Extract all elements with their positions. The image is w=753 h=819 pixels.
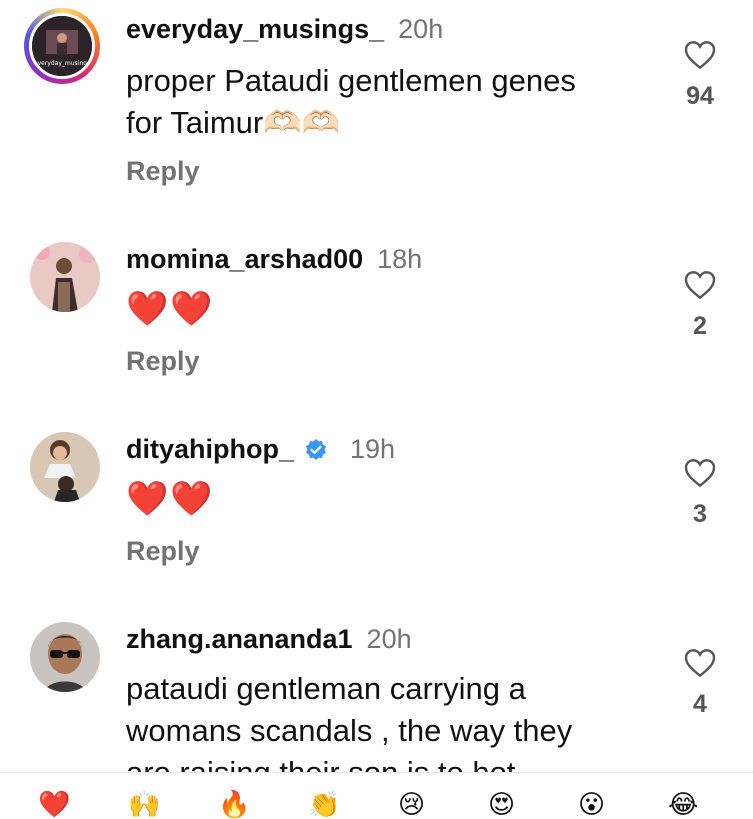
emoji-button[interactable]: ❤️: [38, 791, 70, 817]
avatar[interactable]: [30, 432, 100, 502]
avatar-photo: [30, 242, 100, 312]
comment-item: zhang.anananda1 20h pataudi gentleman ca…: [0, 610, 753, 772]
like-button[interactable]: 94: [680, 40, 720, 111]
like-count: 4: [693, 690, 707, 718]
avatar-image: [30, 622, 100, 692]
comment-header: everyday_musings_ 20h: [126, 14, 443, 45]
avatar-story-ring[interactable]: everyday_musings: [24, 8, 100, 84]
comment-text: proper Pataudi gentlemen genes for Taimu…: [126, 60, 576, 144]
comment-text-line: are raising their son is to hot: [126, 752, 572, 772]
avatar-image: [32, 16, 92, 76]
comment-header: zhang.anananda1 20h: [126, 624, 412, 655]
comment-item: momina_arshad00 18h ❤️❤️ Reply 2: [0, 230, 753, 410]
timestamp: 20h: [366, 624, 412, 654]
username[interactable]: zhang.anananda1: [126, 624, 353, 655]
timestamp: 20h: [398, 14, 444, 44]
comment-text-line: ❤️❤️: [126, 290, 215, 328]
like-button[interactable]: 3: [680, 458, 720, 529]
comment-text: ❤️❤️: [126, 478, 215, 520]
heart-outline-icon: [684, 459, 716, 488]
heart-outline-icon: [684, 271, 716, 300]
like-count: 3: [693, 500, 707, 528]
comment-header: dityahiphop_ 19h: [126, 434, 395, 465]
username[interactable]: momina_arshad00: [126, 244, 363, 275]
emoji-button[interactable]: 😮: [578, 791, 605, 817]
comment-header: momina_arshad00 18h: [126, 244, 422, 275]
heart-outline-icon: [684, 41, 716, 70]
comment-text-line: ❤️❤️: [126, 480, 215, 518]
emoji-reaction-bar: ❤️ 🙌 🔥 👏 😢 😍 😮 😂: [0, 772, 753, 817]
username[interactable]: everyday_musings_: [126, 14, 384, 45]
comment-text: pataudi gentleman carrying a womans scan…: [126, 668, 572, 772]
avatar-image: [30, 242, 100, 312]
comment-item: dityahiphop_ 19h ❤️❤️ Reply 3: [0, 420, 753, 600]
reply-button[interactable]: Reply: [126, 156, 200, 187]
like-count: 2: [693, 312, 707, 340]
like-count: 94: [686, 82, 714, 110]
avatar-photo: [30, 622, 100, 692]
comment-text-line: proper Pataudi gentlemen genes: [126, 63, 576, 98]
emoji-button[interactable]: 🙌: [128, 791, 160, 817]
emoji-button[interactable]: 👏: [308, 791, 340, 817]
heart-outline-icon: [684, 649, 716, 678]
emoji-button[interactable]: 🔥: [218, 791, 250, 817]
avatar[interactable]: [30, 242, 100, 312]
emoji-button[interactable]: 😍: [488, 791, 515, 817]
like-button[interactable]: 4: [680, 648, 720, 719]
reply-button[interactable]: Reply: [126, 346, 200, 377]
avatar[interactable]: [30, 622, 100, 692]
username[interactable]: dityahiphop_: [126, 434, 294, 465]
avatar-image: [30, 432, 100, 502]
comment-text-line: pataudi gentleman carrying a: [126, 671, 526, 706]
emoji-button[interactable]: 😂: [668, 791, 698, 817]
timestamp: 19h: [350, 434, 396, 464]
like-button[interactable]: 2: [680, 270, 720, 341]
comment-text: ❤️❤️: [126, 288, 215, 330]
reply-button[interactable]: Reply: [126, 536, 200, 567]
comment-text-line: for Taimur🫶🏻🫶🏻: [126, 105, 341, 140]
avatar: everyday_musings: [29, 13, 95, 79]
comment-text-line: womans scandals , the way they: [126, 713, 573, 748]
emoji-button[interactable]: 😢: [398, 791, 425, 817]
avatar-caption: everyday_musings: [33, 60, 91, 67]
timestamp: 18h: [377, 244, 423, 274]
comment-item: everyday_musings everyday_musings_ 20h p…: [0, 0, 753, 215]
avatar-photo: [30, 432, 100, 502]
verified-badge-icon: [306, 438, 326, 460]
